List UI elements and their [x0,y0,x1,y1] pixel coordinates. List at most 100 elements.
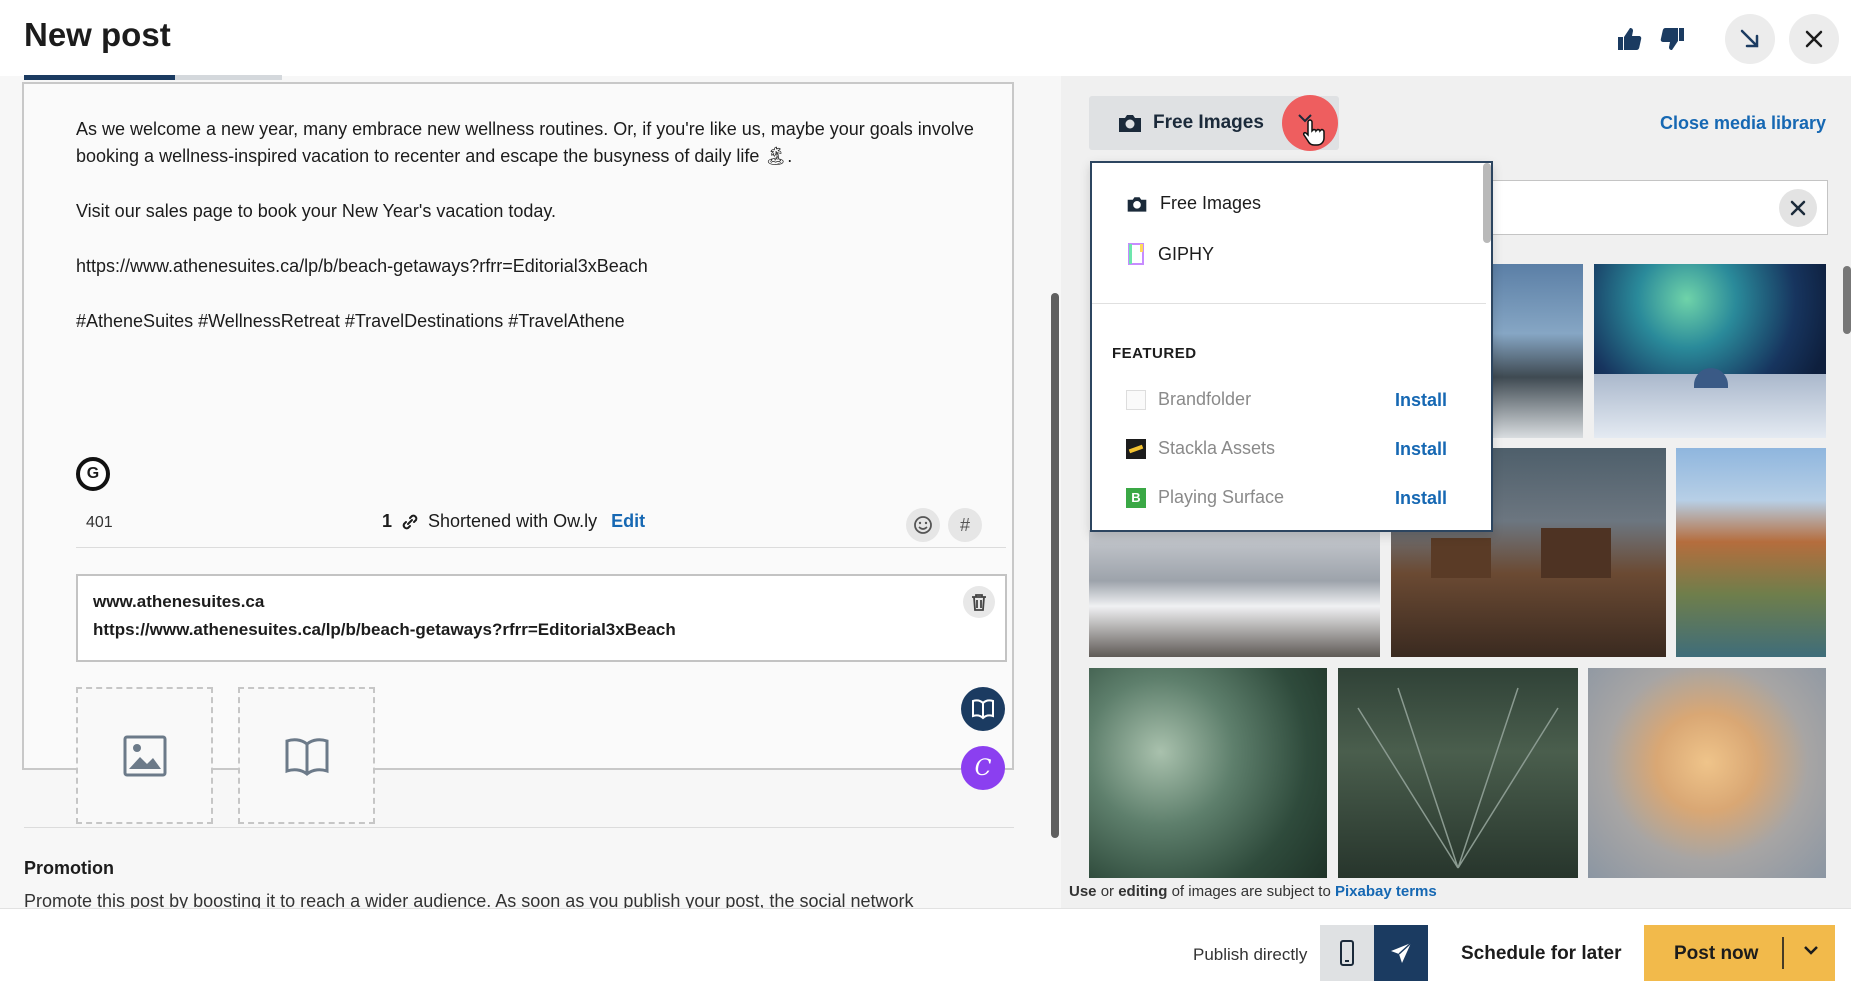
publish-directly-button[interactable] [1374,925,1428,981]
image-aurora[interactable] [1594,264,1826,438]
add-media-library-button[interactable] [238,687,375,824]
brandfolder-icon [1126,389,1146,410]
thumbs-up-button[interactable] [1604,14,1654,64]
terms-editing: editing [1118,883,1168,900]
canva-button[interactable]: C [961,746,1005,790]
post-composer[interactable]: As we welcome a new year, many embrace n… [22,82,1014,824]
terms-or: or [1100,883,1115,900]
menu-item-label: Free Images [1160,193,1262,213]
image-rope-bridge[interactable] [1338,668,1578,878]
close-icon [1805,30,1823,48]
pixabay-terms-link[interactable]: Pixabay terms [1335,883,1437,900]
featured-app-stackla: Stackla Assets [1126,438,1275,459]
hashtag-icon: # [959,514,970,535]
camera-icon [1127,196,1147,212]
content-library-button[interactable] [961,687,1005,731]
featured-app-name: Brandfolder [1158,389,1252,409]
image-icon [123,735,166,776]
link-preview-card: www.athenesuites.ca https://www.athenesu… [76,574,1007,662]
featured-app-playing-surface: B Playing Surface [1126,487,1284,508]
minimize-button[interactable] [1725,14,1775,64]
character-count: 401 [86,514,113,531]
stackla-icon [1126,438,1146,459]
divider [24,827,1014,828]
camera-icon [1119,115,1141,132]
thumbs-up-icon [1618,28,1642,50]
send-icon [1391,942,1412,963]
giphy-icon [1128,243,1144,265]
featured-app-brandfolder: Brandfolder [1126,389,1251,410]
divider [76,547,1006,548]
grammarly-icon[interactable]: G [76,457,110,491]
post-now-label: Post now [1674,943,1759,964]
menu-item-giphy[interactable]: GIPHY [1126,242,1214,266]
delete-preview-button[interactable] [963,586,995,618]
post-link-text: https://www.athenesuites.ca/lp/b/beach-g… [76,256,648,276]
link-count: 1 [382,511,393,531]
schedule-for-later-button[interactable]: Schedule for later [1461,943,1622,965]
install-brandfolder-button[interactable]: Install [1395,390,1447,411]
terms-use: Use [1069,883,1097,900]
tab-inactive-indicator[interactable] [175,75,282,80]
pixabay-terms-note: Use or editing of images are subject to … [1069,883,1437,900]
arrow-down-right-icon [1740,29,1759,48]
featured-heading: FEATURED [1112,345,1197,362]
thumbs-down-icon [1660,28,1684,50]
chevron-down-icon[interactable] [1802,943,1820,957]
shortened-label: Shortened with Ow.ly [428,511,598,531]
hand-cursor-icon [1303,119,1325,146]
header: New post [0,0,1851,76]
bridge-lines [1357,687,1559,869]
clear-search-button[interactable] [1779,189,1817,227]
divider [1092,303,1486,304]
post-now-button[interactable]: Post now [1644,925,1835,981]
link-info: 1 Shortened with Ow.ly Edit [382,511,645,532]
image-forest-canopy[interactable] [1089,668,1327,878]
source-dropdown-menu: Free Images GIPHY FEATURED Brandfolder I… [1090,161,1493,532]
install-stackla-button[interactable]: Install [1395,439,1447,460]
dropdown-scrollbar[interactable] [1483,163,1491,243]
canva-icon: C [974,755,992,781]
post-text-line: Visit our sales page to book your New Ye… [76,201,557,221]
add-image-button[interactable] [76,687,213,824]
publish-mobile-button[interactable] [1320,925,1374,981]
link-icon [402,514,418,529]
playing-surface-icon: B [1126,487,1146,508]
emoji-icon [914,516,932,534]
link-preview-url: https://www.athenesuites.ca/lp/b/beach-g… [93,620,676,639]
close-media-library-link[interactable]: Close media library [1660,113,1826,134]
hashtag-button[interactable]: # [948,508,982,542]
image-snowy-mountains[interactable] [1089,530,1380,657]
post-text-line: As we welcome a new year, many embrace n… [76,119,974,139]
emoji-button[interactable] [906,508,940,542]
scrollbar[interactable] [1843,266,1851,334]
terms-middle: of images are subject to [1171,883,1331,900]
thumbs-down-button[interactable] [1648,14,1698,64]
source-dropdown-label: Free Images [1153,112,1264,133]
image-clouds[interactable] [1588,668,1826,878]
book-icon [972,699,994,720]
featured-app-name: Playing Surface [1158,487,1285,507]
button-separator [1782,937,1784,969]
menu-item-free-images[interactable]: Free Images [1126,193,1261,214]
post-hashtags: #AtheneSuites #WellnessRetreat #TravelDe… [76,311,625,331]
install-playing-surface-button[interactable]: Install [1395,488,1447,509]
featured-app-name: Stackla Assets [1158,438,1276,458]
tab-active-indicator[interactable] [24,75,175,80]
post-text-line: booking a wellness-inspired vacation to … [76,146,793,166]
media-search-input[interactable] [1486,180,1828,235]
phone-icon [1340,940,1354,966]
close-button[interactable] [1789,14,1839,64]
image-canyon-river[interactable] [1676,448,1826,657]
page-title: New post [24,16,171,53]
image-mountain-coast[interactable] [1493,264,1583,438]
publish-directly-label: Publish directly [1193,945,1308,964]
edit-link[interactable]: Edit [611,511,645,532]
book-open-icon [285,737,328,776]
scrollbar[interactable] [1051,293,1059,838]
menu-item-label: GIPHY [1158,243,1215,264]
trash-icon [972,594,986,611]
link-preview-domain: www.athenesuites.ca [93,592,265,611]
close-icon [1790,200,1806,216]
promotion-heading: Promotion [24,858,114,878]
